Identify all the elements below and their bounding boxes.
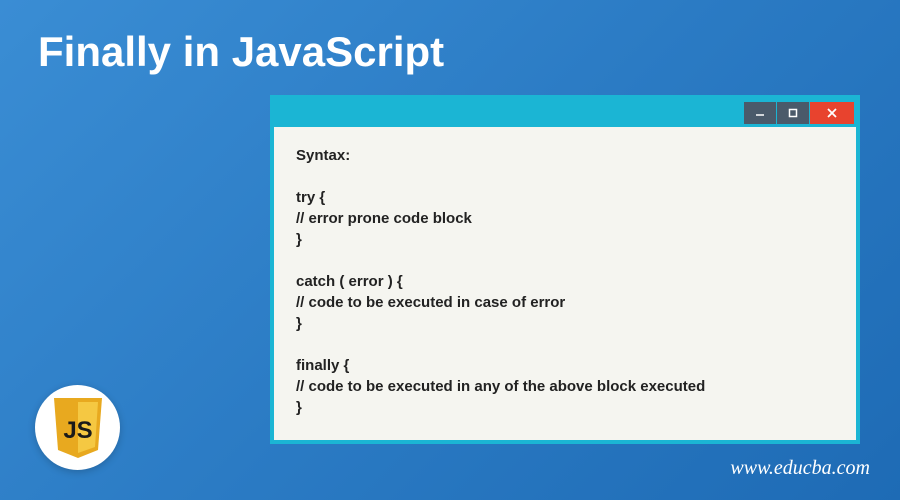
close-button[interactable] [810,102,854,124]
js-shield-icon: JS [49,396,107,460]
minimize-button[interactable] [744,102,776,124]
code-window: Syntax: try { // error prone code block … [270,95,860,444]
js-logo-badge: JS [35,385,120,470]
maximize-button[interactable] [777,102,809,124]
page-title: Finally in JavaScript [0,0,900,76]
code-content: Syntax: try { // error prone code block … [274,127,856,440]
maximize-icon [788,108,798,118]
js-logo-text: JS [63,417,92,444]
minimize-icon [755,108,765,118]
window-titlebar [274,99,856,127]
close-icon [826,107,838,119]
footer-url: www.educba.com [730,457,870,480]
window-controls [744,102,854,124]
